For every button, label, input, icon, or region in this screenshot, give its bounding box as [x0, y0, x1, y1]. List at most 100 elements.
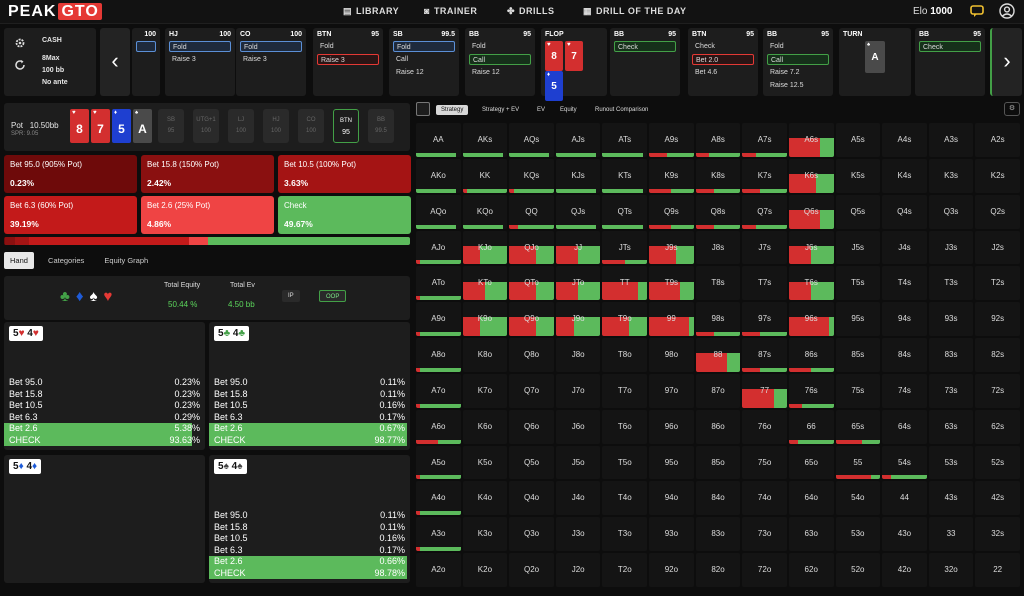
hand-cell[interactable]: 62o: [788, 553, 834, 587]
path-node[interactable]: CO 100 Fold Raise 3: [236, 28, 306, 96]
hand-cell[interactable]: T2s: [975, 266, 1020, 301]
hand-cell[interactable]: 77: [742, 373, 787, 408]
combo-card[interactable]: 5♣ 4♣ Bet 95.0 0.11% Bet 15.8 0.11% Bet 10.5 0…: [209, 322, 410, 450]
hand-cell[interactable]: 55: [835, 445, 881, 480]
hand-cell[interactable]: Q3o: [509, 517, 554, 552]
path-action[interactable]: [136, 41, 156, 52]
strategy-action-button[interactable]: Bet 10.5 (100% Pot) 3.63%: [278, 155, 411, 193]
hand-cell[interactable]: KTo: [462, 266, 508, 301]
hand-cell[interactable]: 85o: [695, 445, 741, 480]
hand-cell[interactable]: A2o: [416, 553, 461, 587]
path-node[interactable]: HJ 100 Fold Raise 3: [165, 28, 235, 96]
path-action[interactable]: Fold: [469, 41, 531, 52]
hand-cell[interactable]: K5s: [835, 158, 881, 193]
hand-cell[interactable]: QTs: [602, 194, 648, 229]
hand-cell[interactable]: 83s: [928, 338, 974, 372]
strategy-action-button[interactable]: Bet 15.8 (150% Pot) 2.42%: [141, 155, 274, 193]
hand-cell[interactable]: 32o: [928, 553, 974, 587]
hand-cell[interactable]: 74o: [742, 481, 787, 516]
strategy-action-button[interactable]: Bet 2.6 (25% Pot) 4.86%: [141, 196, 274, 234]
path-action[interactable]: Check: [692, 41, 754, 52]
view-toggle-icon[interactable]: [416, 102, 430, 116]
hand-cell[interactable]: 53o: [835, 517, 881, 552]
hand-cell[interactable]: ATs: [602, 123, 648, 157]
hand-cell[interactable]: 97s: [742, 302, 787, 337]
hand-cell[interactable]: 33: [928, 517, 974, 552]
hand-cell[interactable]: JTo: [555, 266, 601, 301]
hand-cell[interactable]: KTs: [602, 158, 648, 193]
hand-cell[interactable]: K2o: [462, 553, 508, 587]
hand-cell[interactable]: J2s: [975, 230, 1020, 265]
hand-cell[interactable]: Q9s: [649, 194, 694, 229]
hand-cell[interactable]: K2s: [975, 158, 1020, 193]
hand-cell[interactable]: 73s: [928, 373, 974, 408]
strategy-action-button[interactable]: Bet 95.0 (905% Pot) 0.23%: [4, 155, 137, 193]
hand-cell[interactable]: KJs: [555, 158, 601, 193]
hand-cell[interactable]: 93s: [928, 302, 974, 337]
hand-cell[interactable]: J6s: [788, 230, 834, 265]
hand-cell[interactable]: T8s: [695, 266, 741, 301]
seat-lj[interactable]: LJ 100: [228, 109, 254, 143]
hand-cell[interactable]: JTs: [602, 230, 648, 265]
hand-cell[interactable]: 86s: [788, 338, 834, 372]
path-node[interactable]: BTN 95 Check Bet 2.0 Bet 4.6: [688, 28, 758, 96]
hand-cell[interactable]: 98s: [695, 302, 741, 337]
hand-cell[interactable]: J9s: [649, 230, 694, 265]
path-node[interactable]: BB 95 Fold Call Raise 7.2 Raise 12.5: [763, 28, 833, 96]
hand-cell[interactable]: 94s: [882, 302, 927, 337]
hand-cell[interactable]: T7o: [602, 373, 648, 408]
suit-filter-icon[interactable]: ♦: [76, 288, 90, 305]
path-action[interactable]: Call: [393, 54, 455, 65]
nav-drill-of-the-day[interactable]: ▦ DRILL OF THE DAY: [583, 6, 687, 17]
hand-cell[interactable]: T4o: [602, 481, 648, 516]
hand-cell[interactable]: T5s: [835, 266, 881, 301]
hand-cell[interactable]: A9o: [416, 302, 461, 337]
hand-cell[interactable]: K4s: [882, 158, 927, 193]
hand-cell[interactable]: K8s: [695, 158, 741, 193]
hand-cell[interactable]: K4o: [462, 481, 508, 516]
hand-cell[interactable]: J5s: [835, 230, 881, 265]
path-action[interactable]: Raise 3: [240, 54, 302, 65]
hand-cell[interactable]: A8o: [416, 338, 461, 372]
hand-cell[interactable]: 72o: [742, 553, 787, 587]
hand-cell[interactable]: 42s: [975, 481, 1020, 516]
hand-cell[interactable]: J4s: [882, 230, 927, 265]
hand-cell[interactable]: 75o: [742, 445, 787, 480]
path-action[interactable]: Check: [614, 41, 676, 52]
hand-cell[interactable]: Q7s: [742, 194, 787, 229]
hand-cell[interactable]: Q9o: [509, 302, 554, 337]
hand-cell[interactable]: T8o: [602, 338, 648, 372]
chat-icon[interactable]: [969, 3, 985, 19]
hand-cell[interactable]: KQo: [462, 194, 508, 229]
hand-cell[interactable]: K9o: [462, 302, 508, 337]
hand-cell[interactable]: A4o: [416, 481, 461, 516]
nav-drills[interactable]: ✤ DRILLS: [507, 6, 555, 17]
hand-cell[interactable]: 92o: [649, 553, 694, 587]
hand-cell[interactable]: K9s: [649, 158, 694, 193]
suit-filter-icon[interactable]: ♣: [60, 288, 76, 305]
hand-cell[interactable]: T9s: [649, 266, 694, 301]
hand-cell[interactable]: 82o: [695, 553, 741, 587]
hand-cell[interactable]: A7s: [742, 123, 787, 157]
user-icon[interactable]: [999, 3, 1015, 19]
path-action[interactable]: Bet 2.0: [692, 54, 754, 65]
hand-cell[interactable]: J8s: [695, 230, 741, 265]
tab-runout-comparison[interactable]: Runout Comparison: [590, 105, 653, 115]
path-action[interactable]: Raise 3: [317, 54, 379, 65]
path-node[interactable]: BB 95 Check: [915, 28, 985, 96]
hand-cell[interactable]: AJo: [416, 230, 461, 265]
hand-cell[interactable]: A9s: [649, 123, 694, 157]
hand-cell[interactable]: K7o: [462, 373, 508, 408]
path-prev-button[interactable]: ‹: [100, 28, 130, 96]
combo-card[interactable]: 5♥ 4♥ Bet 95.0 0.23% Bet 15.8 0.23% Bet 10.5 0…: [4, 322, 205, 450]
path-action[interactable]: Fold: [169, 41, 231, 52]
hand-cell[interactable]: K8o: [462, 338, 508, 372]
seat-bb[interactable]: BB 99.5: [368, 109, 394, 143]
hand-cell[interactable]: AA: [416, 123, 461, 157]
hand-cell[interactable]: 95s: [835, 302, 881, 337]
tab-ev[interactable]: EV: [532, 105, 550, 115]
hand-cell[interactable]: 83o: [695, 517, 741, 552]
hand-cell[interactable]: TT: [602, 266, 648, 301]
hand-cell[interactable]: AQo: [416, 194, 461, 229]
path-next-button[interactable]: ›: [990, 28, 1022, 96]
